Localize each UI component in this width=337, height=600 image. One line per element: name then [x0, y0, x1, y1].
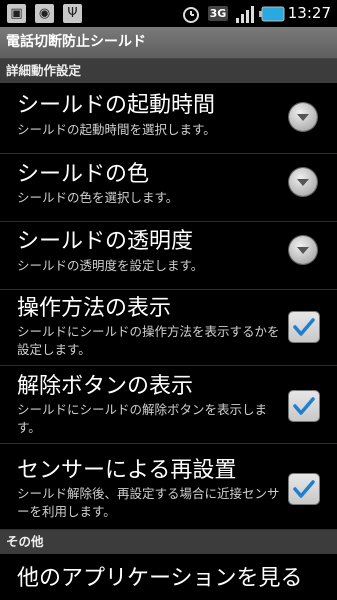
setting-title: シールドの起動時間 — [17, 93, 216, 118]
usb-icon: Ψ — [62, 3, 83, 24]
setting-show-instructions[interactable]: 操作方法の表示 シールドにシールドの操作方法を表示するかを設定します。 — [0, 290, 337, 366]
setting-shield-color[interactable]: シールドの色 シールドの色を選択します。 — [0, 154, 337, 222]
setting-title: 解除ボタンの表示 — [17, 374, 194, 399]
section-header-detail: 詳細動作設定 — [0, 59, 337, 83]
setting-summary: シールドにシールドの操作方法を表示するかを設定します。 — [17, 324, 280, 357]
setting-title: センサーによる再設置 — [17, 458, 237, 483]
setting-show-release-button[interactable]: 解除ボタンの表示 シールドにシールドの解除ボタンを表示します。 — [0, 366, 337, 444]
network-label: 3G — [207, 6, 229, 21]
battery-icon — [258, 3, 286, 24]
dropdown-arrow-icon[interactable] — [289, 168, 317, 196]
status-bar: ▣ ◉ Ψ 3G 13:27 — [0, 0, 337, 27]
setting-title: 操作方法の表示 — [17, 296, 172, 321]
setting-shield-opacity[interactable]: シールドの透明度 シールドの透明度を設定します。 — [0, 222, 337, 290]
setting-summary: シールドの色を選択します。 — [17, 190, 179, 205]
other-apps-title: 他のアプリケーションを見る — [17, 566, 303, 591]
checkmark-icon — [293, 397, 315, 415]
setting-summary: シールドにシールドの解除ボタンを表示します。 — [17, 402, 268, 435]
clock: 13:27 — [287, 4, 331, 22]
checkbox-show-release-button[interactable] — [289, 391, 319, 421]
section-label: 詳細動作設定 — [6, 63, 82, 78]
alarm-icon — [180, 3, 201, 24]
setting-sensor-reset[interactable]: センサーによる再設置 シールド解除後、再設定する場合に近接センサーを利用します。 — [0, 444, 337, 530]
android-debug-icon: ◉ — [34, 3, 55, 24]
checkbox-show-instructions[interactable] — [289, 312, 319, 342]
setting-summary: シールドの透明度を設定します。 — [17, 258, 204, 273]
network-3g-icon: 3G — [206, 3, 230, 24]
setting-title: シールドの透明度 — [17, 229, 194, 254]
other-apps-item[interactable]: 他のアプリケーションを見る — [0, 554, 337, 600]
setting-title: シールドの色 — [17, 162, 150, 187]
checkmark-icon — [293, 318, 315, 336]
dropdown-arrow-icon[interactable] — [289, 236, 317, 264]
dropdown-arrow-icon[interactable] — [289, 103, 317, 131]
setting-summary: シールドの起動時間を選択します。 — [17, 122, 216, 137]
checkbox-sensor-reset[interactable] — [289, 474, 319, 504]
setting-summary: シールド解除後、再設定する場合に近接センサーを利用します。 — [17, 486, 280, 519]
app-title: 電話切断防止シールド — [6, 34, 146, 50]
app-title-bar: 電話切断防止シールド — [0, 27, 337, 59]
section-label: その他 — [6, 534, 44, 549]
section-header-other: その他 — [0, 530, 337, 554]
signal-icon — [234, 3, 255, 24]
lock-screen-icon: ▣ — [6, 3, 27, 24]
checkmark-icon — [293, 480, 315, 498]
setting-shield-start-time[interactable]: シールドの起動時間 シールドの起動時間を選択します。 — [0, 83, 337, 154]
